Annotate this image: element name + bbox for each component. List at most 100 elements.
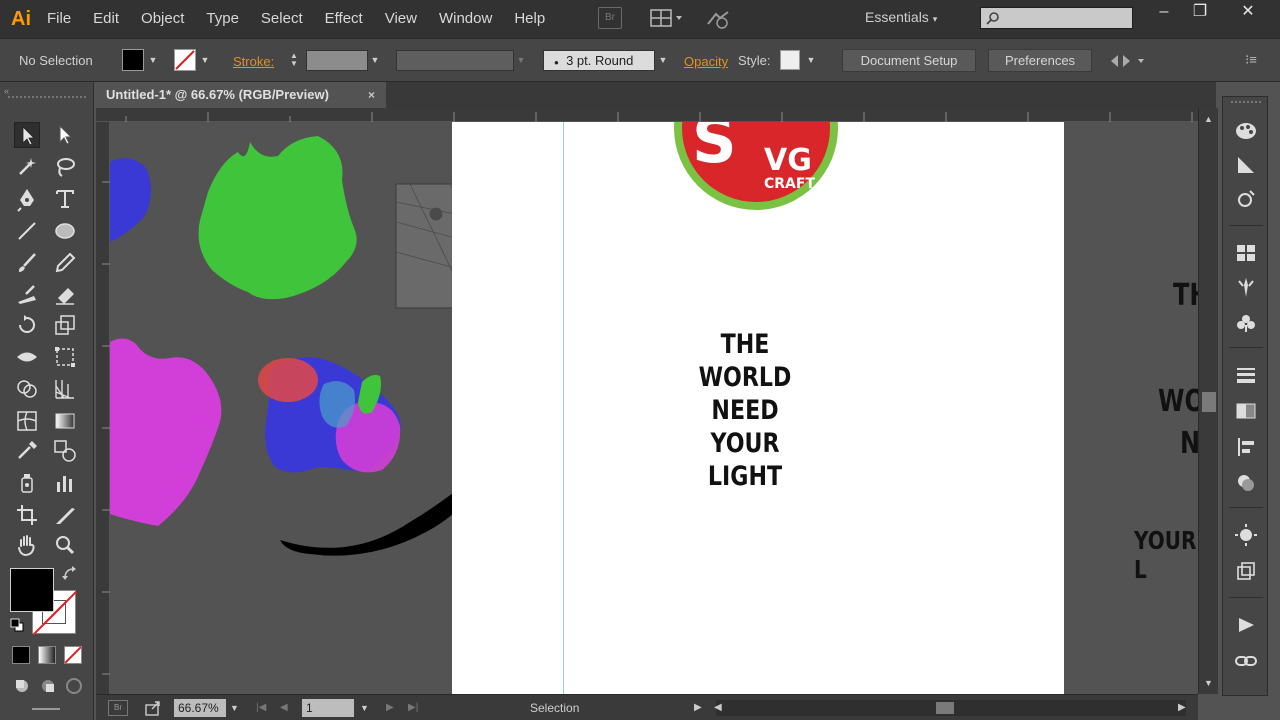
lasso-tool[interactable] xyxy=(52,154,78,180)
direct-selection-tool[interactable] xyxy=(52,122,78,148)
align-panel-icon[interactable] xyxy=(1234,435,1258,459)
status-menu-arrow[interactable]: ▶ xyxy=(694,699,702,717)
graphic-styles-icon[interactable] xyxy=(1234,559,1258,583)
paintbrush-tool[interactable] xyxy=(14,250,40,276)
fill-color-box[interactable] xyxy=(10,568,54,612)
scroll-down-arrow[interactable]: ▼ xyxy=(1204,678,1213,688)
scroll-left-arrow[interactable]: ◀ xyxy=(714,700,722,716)
document-setup-button[interactable]: Document Setup xyxy=(842,49,976,72)
selection-tool[interactable] xyxy=(14,122,40,148)
magenta-paint-blob[interactable] xyxy=(110,338,222,526)
free-transform-tool[interactable] xyxy=(52,344,78,370)
stroke-panel-link[interactable]: Stroke: xyxy=(233,54,274,69)
variable-width-dropdown[interactable]: ▼ xyxy=(514,52,528,68)
horizontal-scrollbar[interactable]: ◀ ▶ xyxy=(714,700,1186,716)
align-options-button[interactable] xyxy=(1108,51,1144,71)
zoom-tool[interactable] xyxy=(52,532,78,558)
canvas-area[interactable]: S VG CRAFT THE WORLD NEED YOUR LIGHT TH … xyxy=(110,122,1198,694)
horizontal-scroll-thumb[interactable] xyxy=(936,702,954,714)
dock-grip[interactable] xyxy=(1231,101,1261,104)
control-panel-menu-icon[interactable]: ⁝≡ xyxy=(1240,52,1262,70)
side-text-wo[interactable]: WO xyxy=(1158,384,1198,419)
brush-definition-field[interactable]: ● 3 pt. Round xyxy=(543,50,655,71)
svg-craft-logo[interactable]: S VG CRAFT xyxy=(452,122,1064,222)
artboard-navigator-icon[interactable]: Br xyxy=(108,700,128,716)
menu-view[interactable]: View xyxy=(374,0,428,38)
zoom-dropdown-arrow[interactable]: ▼ xyxy=(230,699,239,717)
stroke-weight-field[interactable] xyxy=(306,50,368,71)
hand-tool[interactable] xyxy=(14,532,40,558)
menu-effect[interactable]: Effect xyxy=(314,0,374,38)
default-fill-stroke-icon[interactable] xyxy=(10,618,24,632)
artboard-dropdown-arrow[interactable]: ▼ xyxy=(360,699,369,717)
change-screen-mode-button[interactable] xyxy=(32,708,60,712)
workspace-switcher[interactable]: Essentials ▾ xyxy=(865,9,937,25)
magic-wand-tool[interactable] xyxy=(14,154,40,180)
play-actions-icon[interactable] xyxy=(1234,613,1258,637)
column-graph-tool[interactable] xyxy=(52,470,78,496)
red-paint-blob[interactable] xyxy=(258,358,318,402)
mesh-tool[interactable] xyxy=(14,408,40,434)
color-mode-button[interactable] xyxy=(12,646,30,664)
pencil-tool[interactable] xyxy=(52,250,78,276)
menu-edit[interactable]: Edit xyxy=(82,0,130,38)
collapse-panel-icon[interactable]: « xyxy=(4,86,9,96)
headline-text[interactable]: THE WORLD NEED YOUR LIGHT xyxy=(675,328,814,493)
menu-file[interactable]: File xyxy=(36,0,82,38)
transparency-icon[interactable] xyxy=(1234,471,1258,495)
scroll-up-arrow[interactable]: ▲ xyxy=(1204,114,1213,124)
stroke-weight-dropdown[interactable]: ▼ xyxy=(368,52,382,68)
share-icon[interactable] xyxy=(144,700,162,716)
guide-line[interactable] xyxy=(563,122,564,694)
swatches-icon[interactable] xyxy=(1234,241,1258,265)
slice-tool[interactable] xyxy=(52,502,78,528)
menu-type[interactable]: Type xyxy=(195,0,250,38)
fill-dropdown-arrow[interactable]: ▼ xyxy=(146,52,160,68)
blob-brush-tool[interactable] xyxy=(14,282,40,308)
pen-tool[interactable] xyxy=(14,186,40,212)
search-input[interactable] xyxy=(981,8,1132,28)
search-box[interactable] xyxy=(980,7,1133,29)
document-tab[interactable]: Untitled-1* @ 66.67% (RGB/Preview) × xyxy=(96,82,386,108)
fill-color-swatch[interactable] xyxy=(122,49,144,71)
first-artboard-button[interactable]: |◀ xyxy=(256,699,266,717)
previous-artboard-button[interactable]: ◀ xyxy=(280,699,288,717)
scroll-right-arrow[interactable]: ▶ xyxy=(1178,700,1186,716)
shape-builder-tool[interactable] xyxy=(14,376,40,402)
side-text-n[interactable]: N xyxy=(1180,426,1198,461)
graphic-style-swatch[interactable] xyxy=(780,50,800,70)
draw-inside-icon[interactable] xyxy=(64,676,84,696)
color-theme-icon[interactable] xyxy=(1234,187,1258,211)
restore-button[interactable]: ❐ xyxy=(1186,2,1214,22)
variable-width-profile[interactable] xyxy=(396,50,514,71)
horizontal-ruler[interactable] xyxy=(96,108,1198,122)
stroke-dropdown-arrow[interactable]: ▼ xyxy=(198,52,212,68)
line-segment-tool[interactable] xyxy=(14,218,40,244)
draw-normal-icon[interactable] xyxy=(12,676,32,696)
artboard-number-field[interactable]: 1 xyxy=(302,699,354,717)
brushes-icon[interactable] xyxy=(1234,275,1258,299)
gpu-performance-icon[interactable] xyxy=(704,8,732,30)
preferences-button[interactable]: Preferences xyxy=(988,49,1092,72)
graphic-style-dropdown[interactable]: ▼ xyxy=(804,52,818,68)
menu-select[interactable]: Select xyxy=(250,0,314,38)
vertical-scrollbar[interactable]: ▲ ▼ xyxy=(1198,108,1218,694)
minimize-button[interactable]: – xyxy=(1150,2,1178,22)
links-chain-icon[interactable] xyxy=(1234,649,1258,673)
none-mode-button[interactable] xyxy=(64,646,82,664)
symbol-sprayer-tool[interactable] xyxy=(14,470,40,496)
zoom-level-field[interactable]: 66.67% xyxy=(174,699,226,717)
menu-window[interactable]: Window xyxy=(428,0,503,38)
blue-paint-blob[interactable] xyxy=(110,158,151,242)
width-tool[interactable] xyxy=(14,344,40,370)
rotate-tool[interactable] xyxy=(14,312,40,338)
brush-dropdown[interactable]: ▼ xyxy=(656,52,670,68)
artboard-tool[interactable] xyxy=(14,502,40,528)
gradient-panel-icon[interactable] xyxy=(1234,399,1258,423)
perspective-grid-tool[interactable] xyxy=(52,376,78,402)
gradient-tool[interactable] xyxy=(52,408,78,434)
eyedropper-tool[interactable] xyxy=(14,438,40,464)
blend-tool[interactable] xyxy=(52,438,78,464)
artboard[interactable]: S VG CRAFT THE WORLD NEED YOUR LIGHT xyxy=(452,122,1064,694)
close-button[interactable]: ✕ xyxy=(1234,2,1262,22)
